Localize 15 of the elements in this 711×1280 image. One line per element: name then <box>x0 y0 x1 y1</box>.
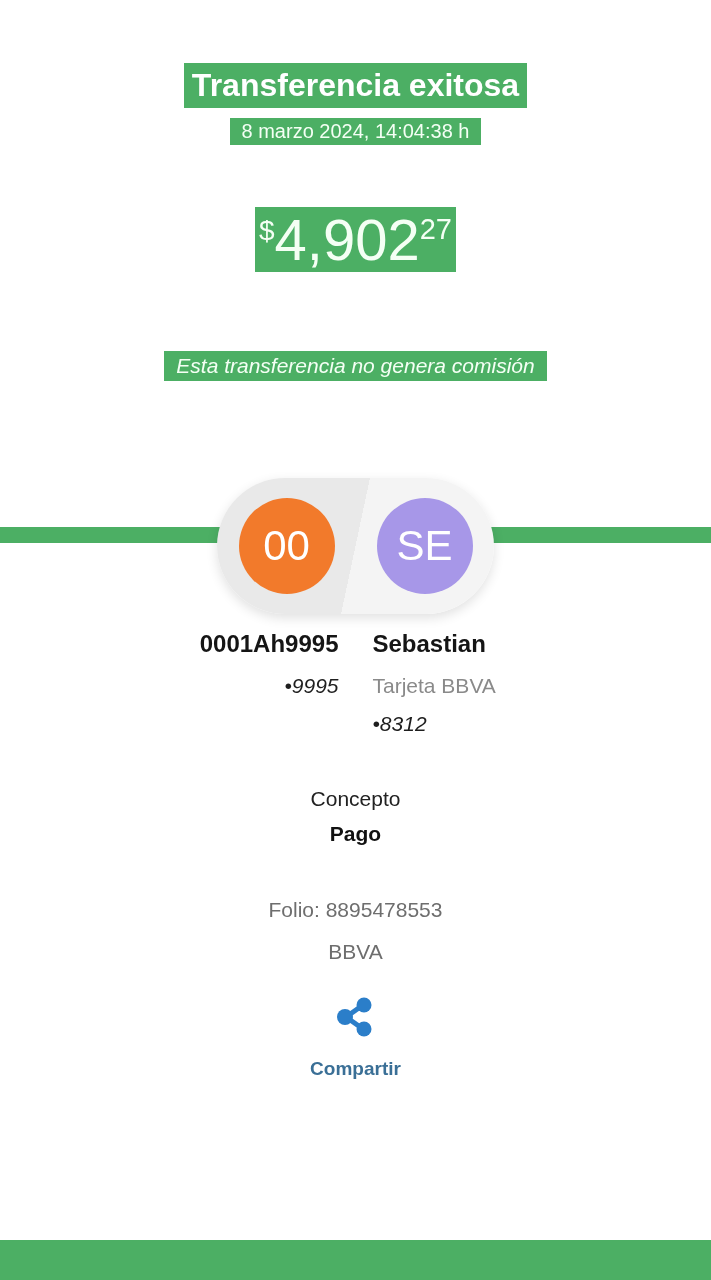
account-number: •8312 <box>372 711 427 737</box>
concept-label: Concepto <box>310 786 401 812</box>
share-button[interactable]: Compartir <box>310 997 401 1082</box>
account-name: 0001Ah9995 <box>199 629 339 659</box>
date-time-text: 8 marzo 2024, 14:04:38 h <box>229 118 482 145</box>
initials-avatar: SE <box>376 498 473 594</box>
bank-text: BBVA <box>328 939 383 965</box>
initials-avatar: 00 <box>238 498 335 594</box>
bank-name: Tarjeta BBVA <box>372 673 496 699</box>
account-number: •9995 <box>284 673 339 699</box>
title-text: Transferencia exitosa <box>183 63 528 108</box>
commission-note: Esta transferencia no genera comisión <box>164 351 547 381</box>
folio-text: Folio: 8895478553 <box>268 897 443 923</box>
concept-value: Pago <box>329 821 382 847</box>
account-name: Sebastian <box>372 629 486 659</box>
